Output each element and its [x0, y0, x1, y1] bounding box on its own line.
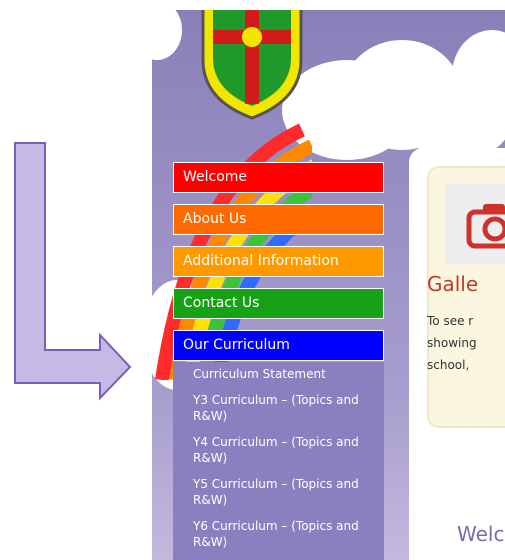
gallery-description: To see r showing school, — [427, 314, 477, 372]
submenu-item-y3[interactable]: Y3 Curriculum – (Topics and R&W) — [193, 392, 372, 424]
nav-item-about-us[interactable]: About Us — [173, 204, 384, 235]
submenu-item-curriculum-statement[interactable]: Curriculum Statement — [193, 366, 372, 382]
cloud — [152, 10, 182, 60]
main-nav: Welcome About Us Additional Information … — [173, 162, 384, 372]
l-arrow-decoration — [14, 142, 132, 401]
content-card: To see r showing school, Galle Welc — [409, 148, 505, 560]
gallery-icon-box — [445, 184, 505, 264]
school-crest-logo — [201, 10, 303, 120]
nav-item-contact-us[interactable]: Contact Us — [173, 288, 384, 319]
nav-item-additional-information[interactable]: Additional Information — [173, 246, 384, 277]
welcome-heading: Welc — [457, 522, 505, 546]
gallery-box[interactable]: To see r showing school, Galle — [427, 166, 505, 428]
submenu-item-y6[interactable]: Y6 Curriculum – (Topics and R&W) — [193, 518, 372, 550]
curriculum-submenu: Curriculum Statement Y3 Curriculum – (To… — [173, 362, 384, 560]
nav-item-welcome[interactable]: Welcome — [173, 162, 384, 193]
submenu-item-y5[interactable]: Y5 Curriculum – (Topics and R&W) — [193, 476, 372, 508]
submenu-item-y4[interactable]: Y4 Curriculum – (Topics and R&W) — [193, 434, 372, 466]
nav-item-our-curriculum[interactable]: Our Curriculum — [173, 330, 384, 361]
camera-icon — [466, 204, 505, 249]
gallery-title[interactable]: Galle — [427, 272, 478, 296]
